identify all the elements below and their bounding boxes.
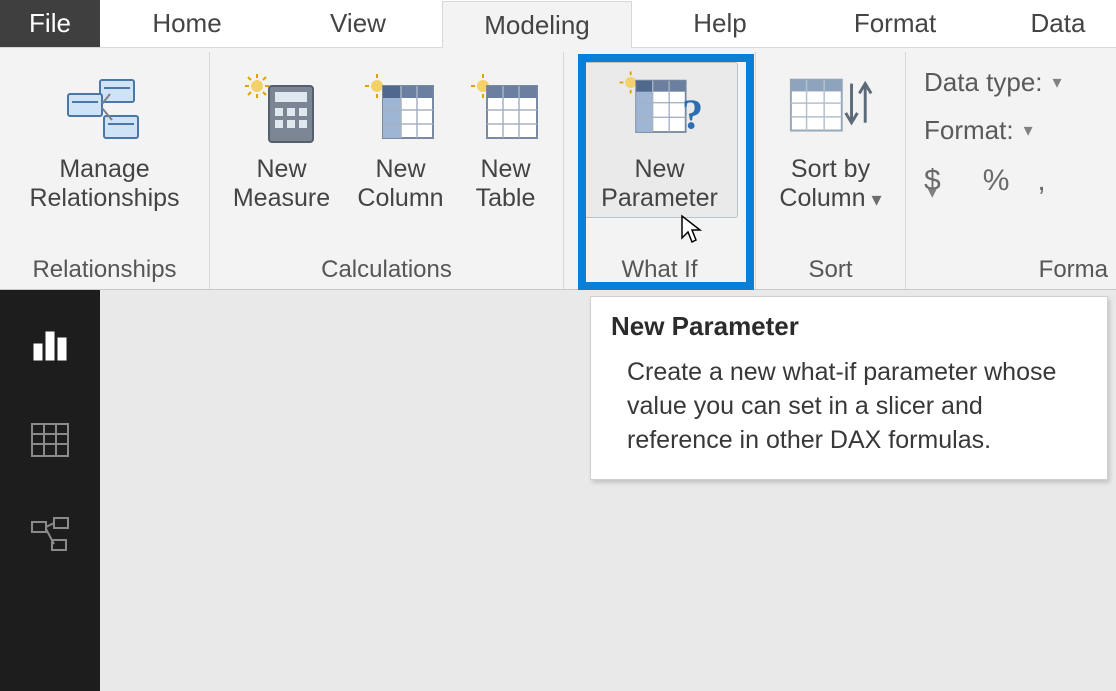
- format-dropdown[interactable]: Format: ▾: [912, 110, 1062, 150]
- group-calculations-label: Calculations: [216, 253, 557, 287]
- report-view-button[interactable]: [26, 320, 74, 368]
- thousands-separator-button[interactable]: ,: [1037, 164, 1045, 198]
- parameter-icon: ?: [616, 67, 704, 153]
- sort-icon: [787, 67, 875, 153]
- group-sort-label: Sort: [762, 253, 899, 287]
- chevron-down-icon: ▾: [923, 182, 937, 202]
- new-parameter-button[interactable]: ? New Parameter: [582, 62, 738, 218]
- tab-view[interactable]: View: [274, 0, 442, 47]
- table-icon: [462, 67, 550, 153]
- group-sort: Sort by Column▾ Sort: [756, 52, 906, 289]
- tooltip-body: Create a new what-if parameter whose val…: [611, 356, 1087, 457]
- data-view-button[interactable]: [26, 416, 74, 464]
- column-icon: [357, 67, 445, 153]
- tab-data[interactable]: Data: [982, 0, 1116, 47]
- tooltip-new-parameter: New Parameter Create a new what-if param…: [590, 296, 1108, 480]
- tab-help[interactable]: Help: [632, 0, 808, 47]
- sort-by-column-label: Sort by Column▾: [779, 155, 881, 213]
- group-relationships-label: Relationships: [6, 253, 203, 287]
- sort-by-column-button[interactable]: Sort by Column▾: [764, 62, 898, 218]
- group-whatif-label: What If: [570, 253, 749, 287]
- chevron-down-icon: ▾: [1053, 72, 1062, 93]
- format-label: Format:: [924, 115, 1014, 146]
- tab-format[interactable]: Format: [808, 0, 982, 47]
- model-view-button[interactable]: [26, 512, 74, 560]
- new-measure-button[interactable]: New Measure: [220, 62, 344, 218]
- view-switcher: [0, 290, 100, 691]
- group-whatif: ? New Parameter What If: [564, 52, 756, 289]
- svg-text:?: ?: [682, 91, 703, 138]
- new-measure-label: New Measure: [233, 155, 330, 213]
- new-table-label: New Table: [476, 155, 536, 213]
- new-table-button[interactable]: New Table: [458, 62, 554, 218]
- ribbon-tabstrip: File Home View Modeling Help Format Data: [0, 0, 1116, 48]
- chevron-down-icon: ▾: [1024, 120, 1033, 141]
- relationships-icon: [61, 67, 149, 153]
- group-formatting: Data type: ▾ Format: ▾ $ ▾ % , Forma: [906, 52, 1116, 289]
- manage-relationships-button[interactable]: Manage Relationships: [7, 62, 203, 218]
- group-calculations: New Measure: [210, 52, 564, 289]
- new-parameter-label: New Parameter: [601, 155, 718, 213]
- tab-home[interactable]: Home: [100, 0, 274, 47]
- group-formatting-label: Forma: [912, 253, 1110, 287]
- group-relationships: Manage Relationships Relationships: [0, 52, 210, 289]
- manage-relationships-label: Manage Relationships: [29, 155, 179, 213]
- measure-icon: [238, 67, 326, 153]
- tab-file[interactable]: File: [0, 0, 100, 47]
- data-type-label: Data type:: [924, 67, 1043, 98]
- new-column-label: New Column: [357, 155, 443, 213]
- chevron-down-icon: ▾: [872, 189, 882, 211]
- new-column-button[interactable]: New Column: [344, 62, 458, 218]
- ribbon: Manage Relationships Relationships: [0, 48, 1116, 290]
- tooltip-title: New Parameter: [611, 311, 1087, 342]
- percent-button[interactable]: %: [983, 164, 1010, 198]
- tab-modeling[interactable]: Modeling: [442, 1, 632, 48]
- data-type-dropdown[interactable]: Data type: ▾: [912, 62, 1062, 102]
- currency-button[interactable]: $ ▾: [924, 164, 955, 198]
